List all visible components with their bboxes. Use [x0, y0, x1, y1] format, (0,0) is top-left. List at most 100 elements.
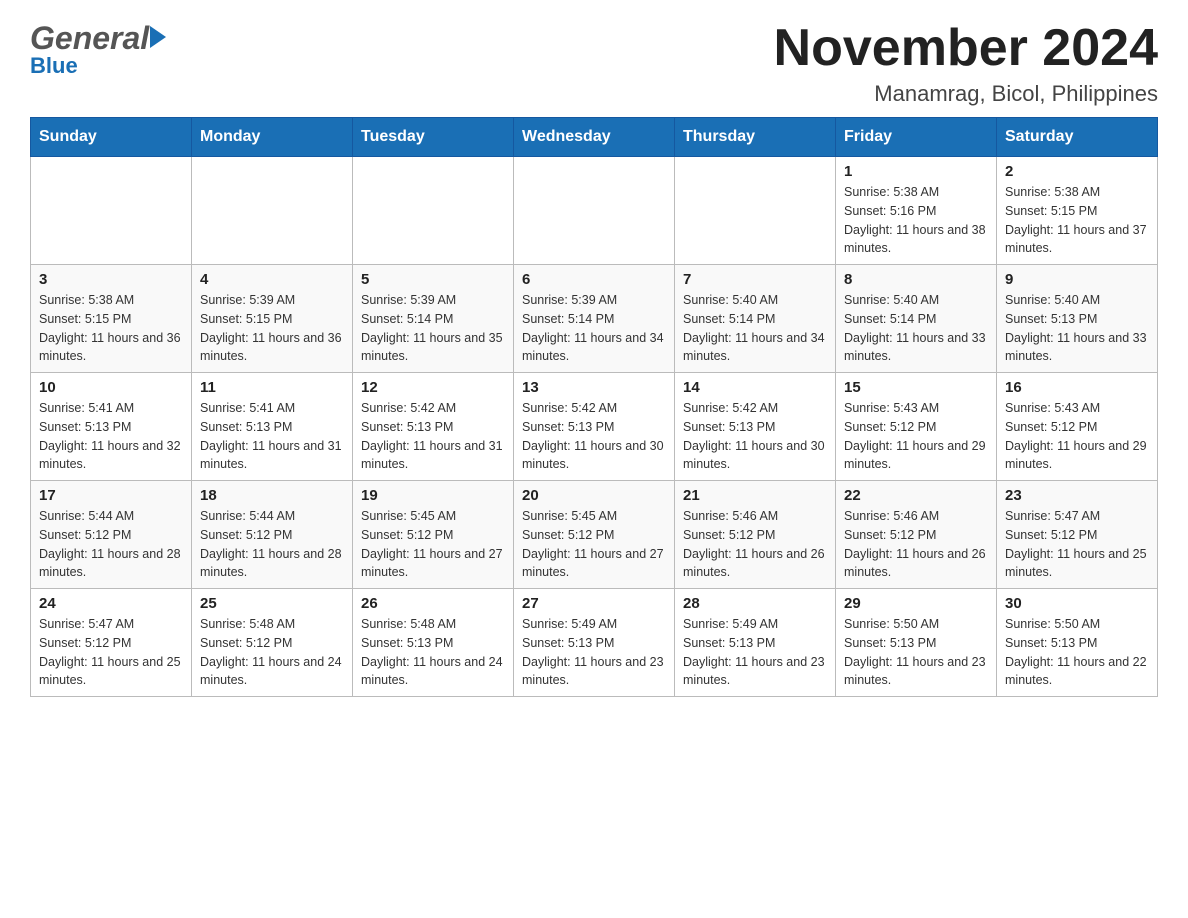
table-row: 26 Sunrise: 5:48 AM Sunset: 5:13 PM Dayli…: [353, 589, 514, 697]
table-row: 23 Sunrise: 5:47 AM Sunset: 5:12 PM Dayli…: [997, 481, 1158, 589]
table-row: 6 Sunrise: 5:39 AM Sunset: 5:14 PM Daylig…: [514, 265, 675, 373]
day-number: 27: [522, 595, 666, 612]
day-info: Sunrise: 5:38 AM Sunset: 5:15 PM Dayligh…: [39, 291, 183, 366]
table-row: 3Sunrise: 5:38 AM Sunset: 5:15 PM Daylig…: [31, 265, 192, 373]
day-info: Sunrise: 5:48 AM Sunset: 5:12 PM Dayligh…: [200, 615, 344, 690]
table-row: 7 Sunrise: 5:40 AM Sunset: 5:14 PM Daylig…: [675, 265, 836, 373]
calendar-table: Sunday Monday Tuesday Wednesday Thursday…: [30, 117, 1158, 697]
day-number: 12: [361, 379, 505, 396]
logo-blue-text: Blue: [30, 53, 78, 79]
table-row: 18Sunrise: 5:44 AM Sunset: 5:12 PM Dayli…: [192, 481, 353, 589]
day-info: Sunrise: 5:44 AM Sunset: 5:12 PM Dayligh…: [39, 507, 183, 582]
day-info: Sunrise: 5:49 AM Sunset: 5:13 PM Dayligh…: [683, 615, 827, 690]
day-number: 24: [39, 595, 183, 612]
table-row: 15Sunrise: 5:43 AM Sunset: 5:12 PM Dayli…: [836, 373, 997, 481]
day-number: 28: [683, 595, 827, 612]
table-row: 13 Sunrise: 5:42 AM Sunset: 5:13 PM Dayli…: [514, 373, 675, 481]
col-sunday: Sunday: [31, 118, 192, 157]
day-info: Sunrise: 5:38 AM Sunset: 5:15 PM Dayligh…: [1005, 183, 1149, 258]
day-number: 6: [522, 271, 666, 288]
day-info: Sunrise: 5:39 AM Sunset: 5:14 PM Dayligh…: [361, 291, 505, 366]
day-number: 19: [361, 487, 505, 504]
day-info: Sunrise: 5:45 AM Sunset: 5:12 PM Dayligh…: [522, 507, 666, 582]
month-title: November 2024: [774, 20, 1158, 77]
day-number: 11: [200, 379, 344, 396]
day-number: 21: [683, 487, 827, 504]
calendar-week-row: 3Sunrise: 5:38 AM Sunset: 5:15 PM Daylig…: [31, 265, 1158, 373]
calendar-week-row: 10 Sunrise: 5:41 AM Sunset: 5:13 PM Dayli…: [31, 373, 1158, 481]
day-number: 9: [1005, 271, 1149, 288]
table-row: 22 Sunrise: 5:46 AM Sunset: 5:12 PM Dayli…: [836, 481, 997, 589]
col-tuesday: Tuesday: [353, 118, 514, 157]
table-row: 8Sunrise: 5:40 AM Sunset: 5:14 PM Daylig…: [836, 265, 997, 373]
title-area: November 2024 Manamrag, Bicol, Philippin…: [774, 20, 1158, 107]
col-wednesday: Wednesday: [514, 118, 675, 157]
table-row: 30 Sunrise: 5:50 AM Sunset: 5:13 PM Dayli…: [997, 589, 1158, 697]
calendar-week-row: 1Sunrise: 5:38 AM Sunset: 5:16 PM Daylig…: [31, 157, 1158, 265]
day-number: 16: [1005, 379, 1149, 396]
day-info: Sunrise: 5:49 AM Sunset: 5:13 PM Dayligh…: [522, 615, 666, 690]
table-row: 21Sunrise: 5:46 AM Sunset: 5:12 PM Dayli…: [675, 481, 836, 589]
day-info: Sunrise: 5:42 AM Sunset: 5:13 PM Dayligh…: [361, 399, 505, 474]
calendar-week-row: 17 Sunrise: 5:44 AM Sunset: 5:12 PM Dayli…: [31, 481, 1158, 589]
day-info: Sunrise: 5:45 AM Sunset: 5:12 PM Dayligh…: [361, 507, 505, 582]
day-info: Sunrise: 5:42 AM Sunset: 5:13 PM Dayligh…: [522, 399, 666, 474]
day-number: 2: [1005, 163, 1149, 180]
day-info: Sunrise: 5:46 AM Sunset: 5:12 PM Dayligh…: [844, 507, 988, 582]
page-header: General Blue November 2024 Manamrag, Bic…: [30, 20, 1158, 107]
day-info: Sunrise: 5:41 AM Sunset: 5:13 PM Dayligh…: [39, 399, 183, 474]
day-info: Sunrise: 5:47 AM Sunset: 5:12 PM Dayligh…: [1005, 507, 1149, 582]
calendar-header-row: Sunday Monday Tuesday Wednesday Thursday…: [31, 118, 1158, 157]
day-info: Sunrise: 5:50 AM Sunset: 5:13 PM Dayligh…: [1005, 615, 1149, 690]
day-info: Sunrise: 5:40 AM Sunset: 5:14 PM Dayligh…: [683, 291, 827, 366]
day-info: Sunrise: 5:47 AM Sunset: 5:12 PM Dayligh…: [39, 615, 183, 690]
col-friday: Friday: [836, 118, 997, 157]
table-row: 19 Sunrise: 5:45 AM Sunset: 5:12 PM Dayli…: [353, 481, 514, 589]
table-row: [675, 157, 836, 265]
table-row: 27 Sunrise: 5:49 AM Sunset: 5:13 PM Dayli…: [514, 589, 675, 697]
table-row: 10 Sunrise: 5:41 AM Sunset: 5:13 PM Dayli…: [31, 373, 192, 481]
day-number: 13: [522, 379, 666, 396]
table-row: 11Sunrise: 5:41 AM Sunset: 5:13 PM Dayli…: [192, 373, 353, 481]
day-number: 5: [361, 271, 505, 288]
day-number: 30: [1005, 595, 1149, 612]
col-monday: Monday: [192, 118, 353, 157]
table-row: 5 Sunrise: 5:39 AM Sunset: 5:14 PM Daylig…: [353, 265, 514, 373]
col-saturday: Saturday: [997, 118, 1158, 157]
table-row: 25Sunrise: 5:48 AM Sunset: 5:12 PM Dayli…: [192, 589, 353, 697]
table-row: 17 Sunrise: 5:44 AM Sunset: 5:12 PM Dayli…: [31, 481, 192, 589]
logo-area: General Blue: [30, 20, 166, 79]
table-row: 12 Sunrise: 5:42 AM Sunset: 5:13 PM Dayli…: [353, 373, 514, 481]
day-info: Sunrise: 5:42 AM Sunset: 5:13 PM Dayligh…: [683, 399, 827, 474]
day-info: Sunrise: 5:39 AM Sunset: 5:14 PM Dayligh…: [522, 291, 666, 366]
day-info: Sunrise: 5:50 AM Sunset: 5:13 PM Dayligh…: [844, 615, 988, 690]
table-row: 4Sunrise: 5:39 AM Sunset: 5:15 PM Daylig…: [192, 265, 353, 373]
logo-triangle-icon: [150, 26, 166, 48]
day-info: Sunrise: 5:43 AM Sunset: 5:12 PM Dayligh…: [1005, 399, 1149, 474]
table-row: [31, 157, 192, 265]
day-number: 26: [361, 595, 505, 612]
day-number: 29: [844, 595, 988, 612]
calendar-week-row: 24 Sunrise: 5:47 AM Sunset: 5:12 PM Dayli…: [31, 589, 1158, 697]
day-info: Sunrise: 5:39 AM Sunset: 5:15 PM Dayligh…: [200, 291, 344, 366]
day-number: 17: [39, 487, 183, 504]
day-info: Sunrise: 5:38 AM Sunset: 5:16 PM Dayligh…: [844, 183, 988, 258]
logo-general-text: General: [30, 20, 149, 57]
table-row: 16 Sunrise: 5:43 AM Sunset: 5:12 PM Dayli…: [997, 373, 1158, 481]
day-number: 14: [683, 379, 827, 396]
table-row: 9 Sunrise: 5:40 AM Sunset: 5:13 PM Daylig…: [997, 265, 1158, 373]
day-number: 7: [683, 271, 827, 288]
location-subtitle: Manamrag, Bicol, Philippines: [774, 81, 1158, 107]
table-row: [353, 157, 514, 265]
day-number: 18: [200, 487, 344, 504]
day-info: Sunrise: 5:40 AM Sunset: 5:13 PM Dayligh…: [1005, 291, 1149, 366]
day-number: 10: [39, 379, 183, 396]
table-row: 2 Sunrise: 5:38 AM Sunset: 5:15 PM Daylig…: [997, 157, 1158, 265]
table-row: 14 Sunrise: 5:42 AM Sunset: 5:13 PM Dayli…: [675, 373, 836, 481]
day-number: 23: [1005, 487, 1149, 504]
day-number: 15: [844, 379, 988, 396]
table-row: 28 Sunrise: 5:49 AM Sunset: 5:13 PM Dayli…: [675, 589, 836, 697]
day-number: 22: [844, 487, 988, 504]
day-info: Sunrise: 5:48 AM Sunset: 5:13 PM Dayligh…: [361, 615, 505, 690]
table-row: 20Sunrise: 5:45 AM Sunset: 5:12 PM Dayli…: [514, 481, 675, 589]
